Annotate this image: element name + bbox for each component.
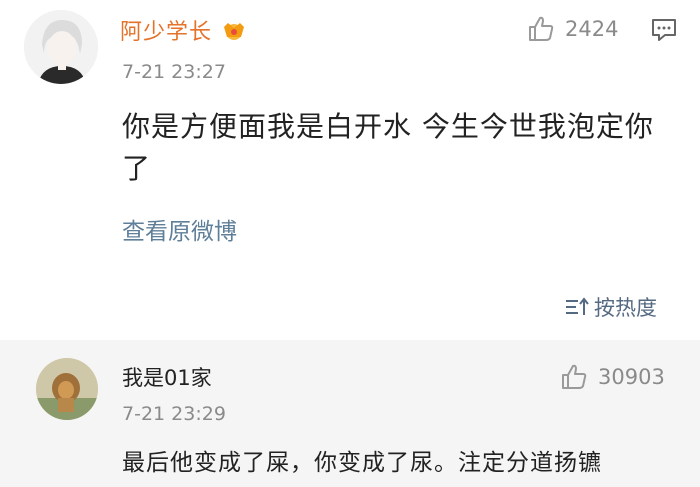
- lion-avatar-icon: [36, 358, 98, 420]
- reply-like-button[interactable]: 30903: [560, 363, 665, 391]
- sort-icon: [566, 297, 589, 315]
- reply-text: 最后他变成了屎，你变成了尿。注定分道扬镳: [122, 450, 602, 476]
- comment-time: 7-21 23:27: [122, 61, 226, 83]
- sort-button[interactable]: 按热度: [564, 292, 657, 322]
- reply-author[interactable]: 我是01家: [122, 362, 212, 392]
- user-portrait-icon: [24, 10, 98, 84]
- author-name[interactable]: 阿少学长: [120, 14, 212, 46]
- reply-comment: 我是01家 7-21 23:29 30903 最后他变成了屎，你变成了尿。注定分…: [0, 340, 700, 487]
- view-original-link[interactable]: 查看原微博: [122, 212, 237, 246]
- sort-label: 按热度: [594, 296, 657, 320]
- reply-avatar[interactable]: [36, 358, 98, 420]
- reply-like-count: 30903: [598, 365, 665, 389]
- avatar[interactable]: [24, 10, 98, 84]
- thumbs-up-icon: [529, 16, 554, 41]
- thumbs-up-icon: [562, 364, 587, 389]
- like-count: 2424: [565, 17, 619, 41]
- crown-icon: [224, 23, 245, 40]
- comment-icon[interactable]: [651, 18, 677, 42]
- like-button[interactable]: 2424: [527, 15, 618, 43]
- comment-text: 你是方便面我是白开水 今生今世我泡定你了: [122, 110, 654, 185]
- reply-time: 7-21 23:29: [122, 403, 226, 425]
- main-comment: 阿少学长 7-21 23:27 2424 你是方便面我是白开水 今生今世我泡定你…: [0, 0, 700, 340]
